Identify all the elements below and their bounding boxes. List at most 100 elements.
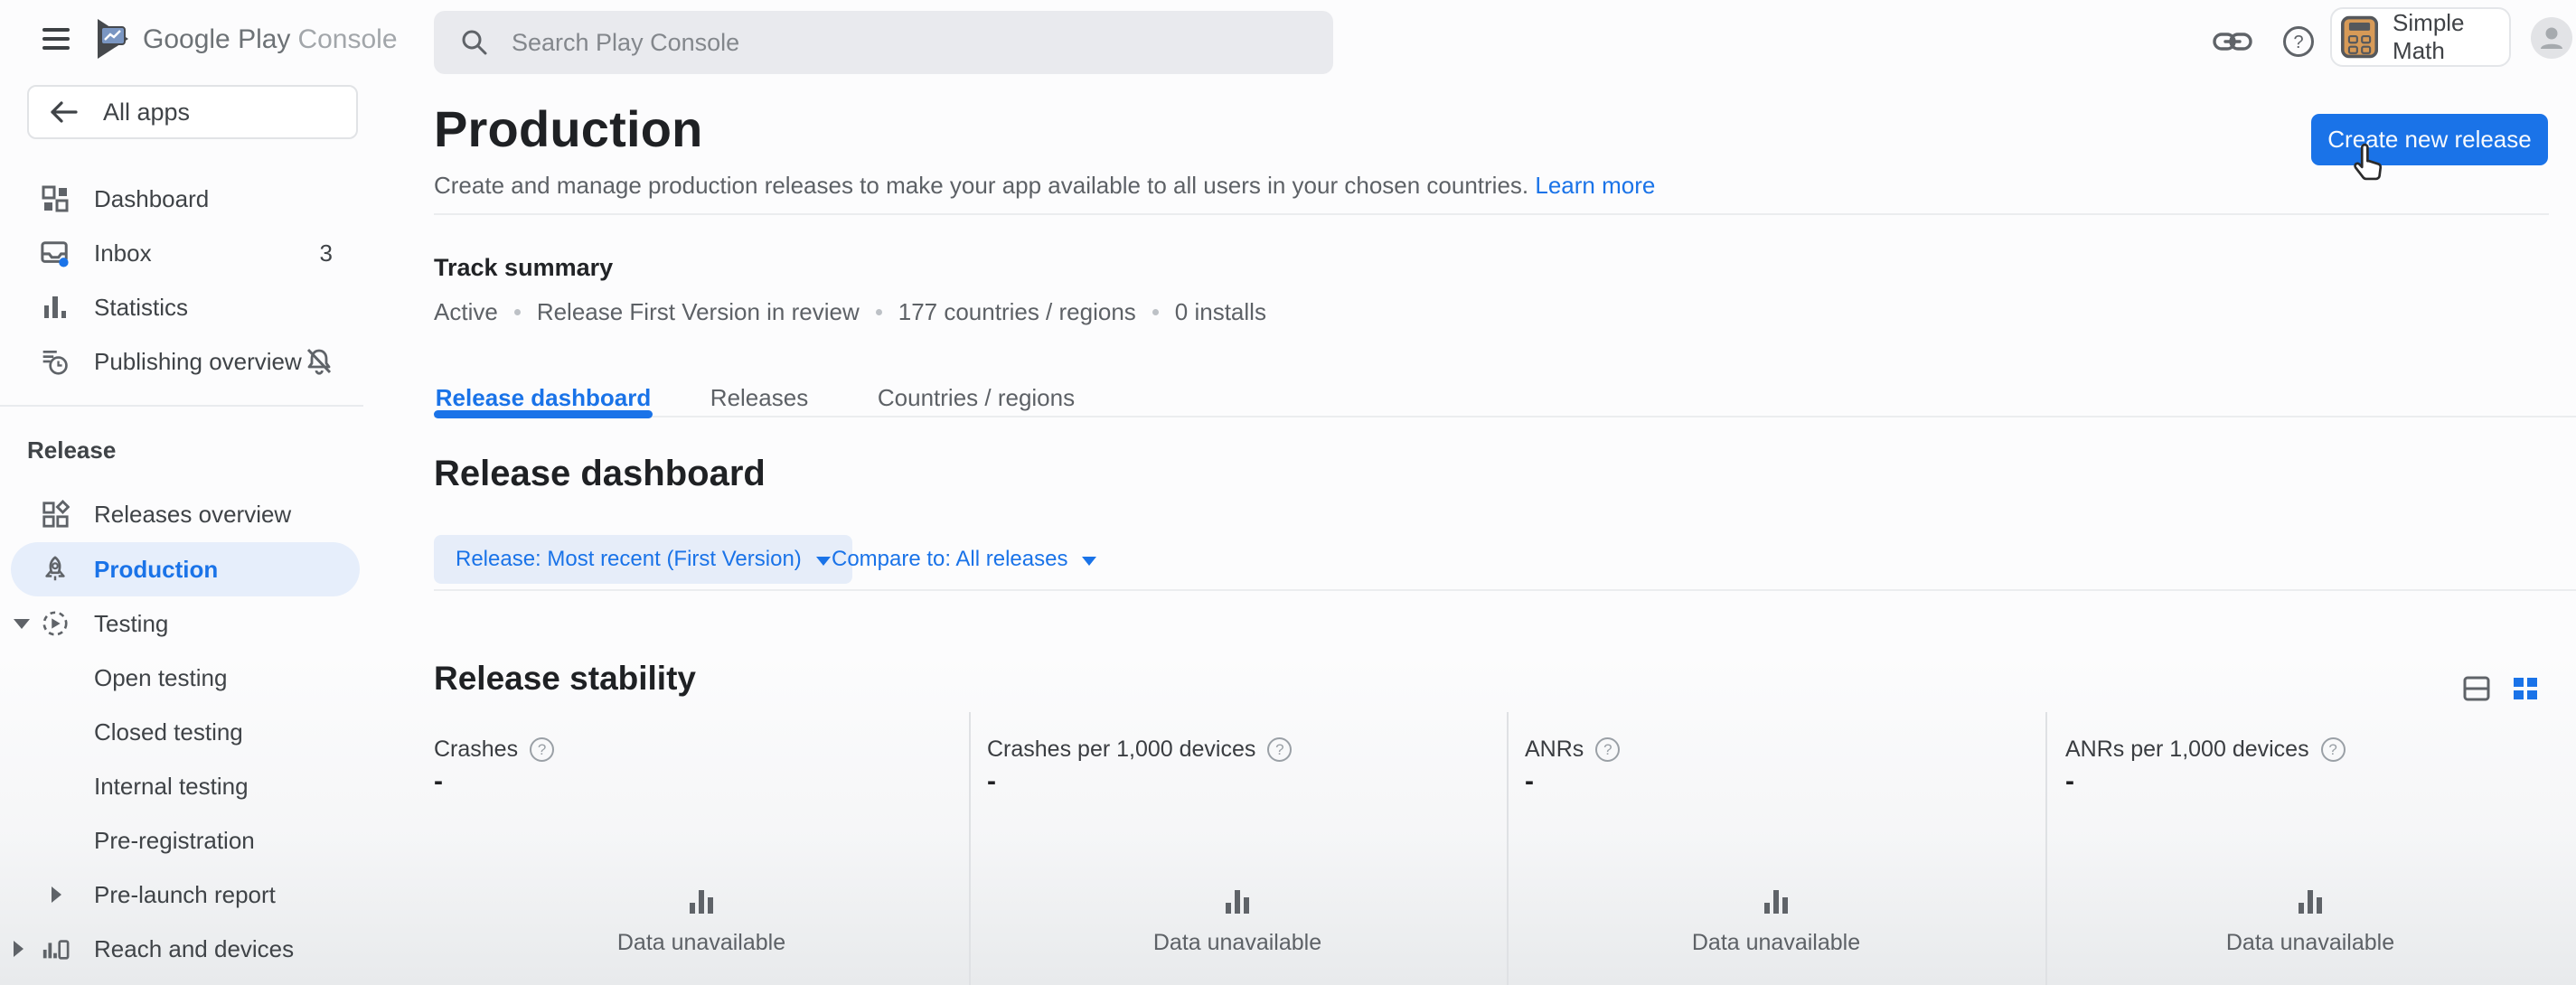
sidebar-item-production[interactable]: Production xyxy=(0,542,363,596)
anrs-value: - xyxy=(1525,766,1534,797)
app-name: Simple Math xyxy=(2393,9,2509,65)
collapse-caret-icon[interactable] xyxy=(14,619,30,629)
expand-caret-icon[interactable] xyxy=(14,941,24,957)
account-avatar[interactable] xyxy=(2531,17,2572,59)
expand-caret-icon[interactable] xyxy=(52,886,61,903)
metric-label: ANRs per 1,000 devices xyxy=(2065,736,2309,763)
description-text: Create and manage production releases to… xyxy=(434,172,1528,199)
sidebar-item-inbox[interactable]: Inbox 3 xyxy=(0,226,363,280)
reach-and-devices-icon xyxy=(41,934,70,963)
status-installs: 0 installs xyxy=(1175,298,1266,326)
sidebar-item-label: Production xyxy=(94,556,218,584)
search-bar[interactable] xyxy=(434,11,1333,74)
sidebar-item-internal-testing[interactable]: Internal testing xyxy=(0,759,363,813)
sidebar-item-label: Statistics xyxy=(94,294,188,322)
tab-label: Releases xyxy=(710,384,808,412)
release-section-label: Release xyxy=(27,423,116,477)
sidebar-item-label: Dashboard xyxy=(94,185,209,213)
sidebar-item-pre-registration[interactable]: Pre-registration xyxy=(0,813,363,868)
tab-releases[interactable]: Releases xyxy=(705,380,813,416)
all-apps-button[interactable]: All apps xyxy=(27,85,358,139)
page-title: Production xyxy=(434,99,703,158)
help-icon[interactable]: ? xyxy=(2281,24,2316,59)
publishing-overview-icon xyxy=(41,347,70,376)
all-apps-label: All apps xyxy=(103,98,190,127)
help-icon[interactable]: ? xyxy=(1595,737,1620,762)
card-divider xyxy=(2045,712,2047,985)
anrs-card-label: ANRs ? xyxy=(1525,736,1620,763)
logo-suffix: Console xyxy=(297,24,397,54)
menu-icon[interactable] xyxy=(42,28,70,50)
card-divider xyxy=(969,712,971,985)
sidebar-item-label: Internal testing xyxy=(94,773,249,801)
status-release-review: Release First Version in review xyxy=(537,298,860,326)
sidebar-item-pre-launch-report[interactable]: Pre-launch report xyxy=(0,868,363,922)
bar-chart-icon xyxy=(683,881,719,917)
statistics-icon xyxy=(41,293,70,322)
sidebar-item-open-testing[interactable]: Open testing xyxy=(0,651,363,705)
svg-text:?: ? xyxy=(2293,33,2303,52)
app-switcher[interactable]: Simple Math xyxy=(2330,7,2511,67)
create-new-release-button[interactable]: Create new release xyxy=(2311,114,2548,165)
bar-chart-icon xyxy=(1758,881,1794,917)
anrs-per-1000-card-label: ANRs per 1,000 devices ? xyxy=(2065,736,2346,763)
dot-separator xyxy=(514,309,521,315)
rocket-icon xyxy=(41,555,70,584)
app-icon xyxy=(2341,14,2378,61)
sidebar-item-testing[interactable]: Testing xyxy=(0,596,363,651)
sidebar-item-releases-overview[interactable]: Releases overview xyxy=(0,487,363,541)
release-filter-label: Release: Most recent (First Version) xyxy=(456,547,802,572)
tab-label: Release dashboard xyxy=(436,384,651,412)
release-dashboard-heading: Release dashboard xyxy=(434,454,766,494)
help-icon[interactable]: ? xyxy=(2321,737,2346,762)
track-summary-status-row: Active Release First Version in review 1… xyxy=(434,298,1266,326)
sidebar-item-label: Reach and devices xyxy=(94,935,294,963)
help-icon[interactable]: ? xyxy=(530,737,554,762)
sidebar-item-dashboard[interactable]: Dashboard xyxy=(0,172,363,226)
status-countries: 177 countries / regions xyxy=(898,298,1136,326)
google-play-logo-icon xyxy=(92,16,134,61)
sidebar-item-label: Pre-registration xyxy=(94,827,255,855)
crashes-per-1000-card-label: Crashes per 1,000 devices ? xyxy=(987,736,1292,763)
testing-icon xyxy=(41,609,70,638)
tabs-divider xyxy=(434,416,2576,417)
link-icon[interactable] xyxy=(2213,27,2252,56)
page-description: Create and manage production releases to… xyxy=(434,172,1655,200)
sidebar-item-reach-and-devices[interactable]: Reach and devices xyxy=(0,922,363,976)
sidebar-divider xyxy=(0,405,363,407)
tab-label: Countries / regions xyxy=(878,384,1075,412)
notifications-off-icon xyxy=(304,346,334,377)
crashes-per-1000-empty-state: Data unavailable xyxy=(1102,881,1373,956)
logo-text: Google PlayConsole xyxy=(143,24,398,55)
sidebar-item-label: Pre-launch report xyxy=(94,881,276,909)
filters-divider xyxy=(434,589,2576,591)
play-console-screen: Google PlayConsole ? xyxy=(0,0,2576,985)
metric-label: Crashes xyxy=(434,736,518,763)
crashes-empty-state: Data unavailable xyxy=(566,881,837,956)
sidebar-item-statistics[interactable]: Statistics xyxy=(0,280,363,334)
sidebar-item-publishing-overview[interactable]: Publishing overview xyxy=(0,334,363,389)
inbox-icon xyxy=(41,239,70,267)
learn-more-link[interactable]: Learn more xyxy=(1535,172,1655,199)
sidebar-item-label: Inbox xyxy=(94,239,152,267)
rows-view-toggle[interactable] xyxy=(2460,672,2493,705)
bar-chart-icon xyxy=(2292,881,2328,917)
compare-filter-label: Compare to: All releases xyxy=(832,547,1067,572)
active-tab-underline xyxy=(434,410,653,418)
rows-view-icon xyxy=(2461,673,2492,704)
anrs-per-1000-value: - xyxy=(2065,766,2074,797)
metric-label: ANRs xyxy=(1525,736,1584,763)
metric-label: Crashes per 1,000 devices xyxy=(987,736,1255,763)
status-active: Active xyxy=(434,298,498,326)
grid-view-toggle[interactable] xyxy=(2509,672,2542,705)
anrs-empty-state: Data unavailable xyxy=(1641,881,1912,956)
sidebar-item-closed-testing[interactable]: Closed testing xyxy=(0,705,363,759)
release-filter-dropdown[interactable]: Release: Most recent (First Version) xyxy=(434,535,852,584)
search-input[interactable] xyxy=(510,28,1315,58)
tab-countries-regions[interactable]: Countries / regions xyxy=(877,380,1076,416)
compare-filter-dropdown[interactable]: Compare to: All releases xyxy=(832,535,1096,584)
empty-text: Data unavailable xyxy=(617,930,785,956)
sidebar-item-label: Testing xyxy=(94,610,168,638)
help-icon[interactable]: ? xyxy=(1267,737,1292,762)
empty-text: Data unavailable xyxy=(2226,930,2394,956)
